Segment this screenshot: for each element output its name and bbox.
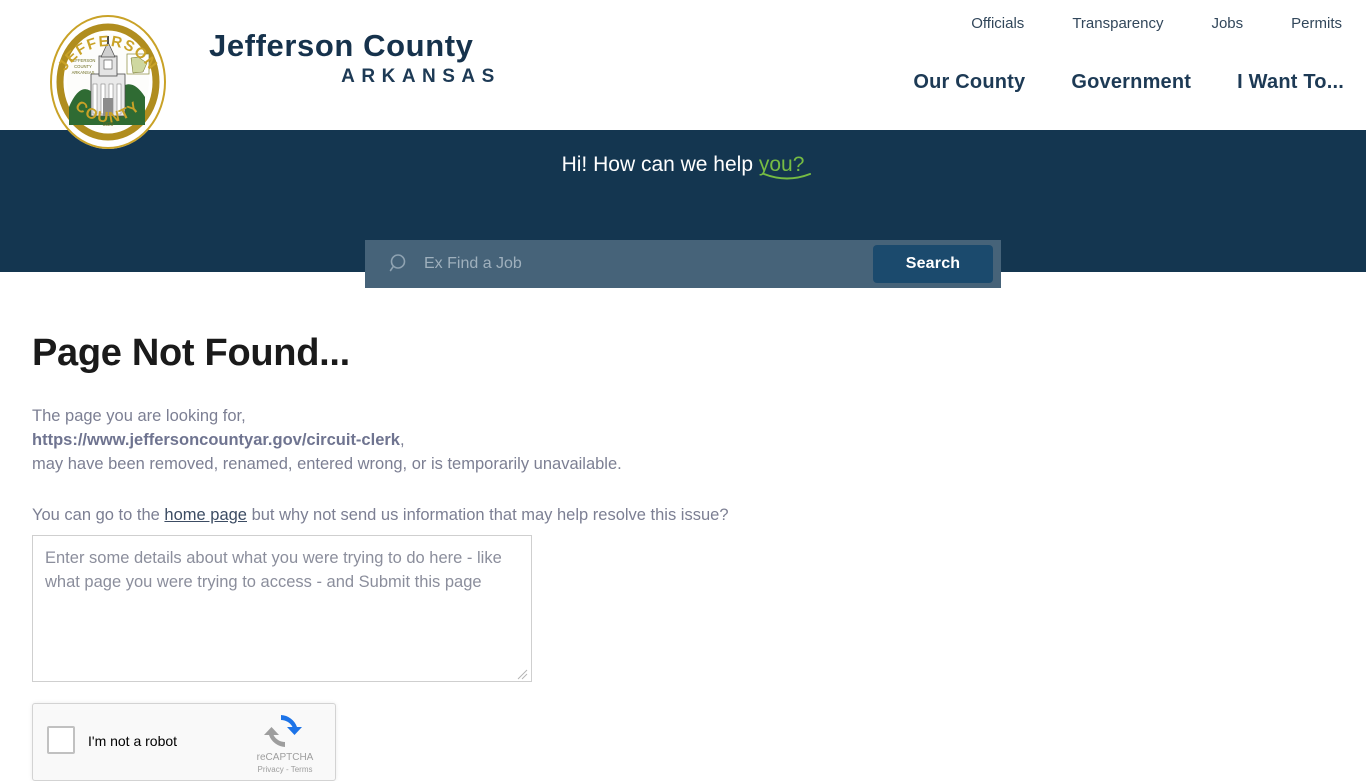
county-seal-icon: JEFFERSON COUNTY ARKANSAS 1829 JEFFERSON… [47,12,169,152]
topnav-item-jobs[interactable]: Jobs [1211,14,1243,34]
details-textarea[interactable] [32,535,532,682]
not-found-line1: The page you are looking for, [32,407,246,425]
main-content: Page Not Found... The page you are looki… [32,330,1132,527]
not-found-message: The page you are looking for, https://ww… [32,404,1132,476]
recaptcha-label: I'm not a robot [88,733,178,749]
hero-heading-prefix: Hi! How can we help [561,153,759,176]
requested-url: https://www.jeffersoncountyar.gov/circui… [32,431,400,449]
brand-block[interactable]: Jefferson County ARKANSAS [209,28,639,90]
recaptcha-checkbox[interactable] [47,726,75,754]
top-utility-nav: Officials Transparency Jobs Permits [971,14,1342,34]
topnav-item-officials[interactable]: Officials [971,14,1024,34]
search-icon [389,254,406,272]
recaptcha-brand: reCAPTCHA [256,752,314,763]
url-comma: , [399,431,405,449]
nav-item-i-want-to[interactable]: I Want To... [1237,68,1344,96]
nav-item-government[interactable]: Government [1071,68,1191,96]
topnav-item-permits[interactable]: Permits [1291,14,1342,34]
brand-title: Jefferson County [209,28,474,63]
nav-item-our-county[interactable]: Our County [913,68,1025,96]
site-header: JEFFERSON COUNTY ARKANSAS 1829 JEFFERSON… [0,0,1366,149]
hero-heading: Hi! How can we help you? [0,152,1366,178]
recaptcha-widget[interactable]: I'm not a robot reCAPTCHA Privacy - Term… [32,703,336,781]
home-page-link[interactable]: home page [164,506,247,524]
topnav-item-transparency[interactable]: Transparency [1072,14,1163,34]
home-page-prompt: You can go to the home page but why not … [32,503,1132,527]
prompt-suffix: but why not send us information that may… [247,506,729,524]
svg-text:COUNTY: COUNTY [74,64,92,69]
accent-underline-icon [763,173,811,180]
svg-text:ARKANSAS: ARKANSAS [72,70,95,75]
site-search: Search [365,240,1001,288]
recaptcha-terms[interactable]: Privacy - Terms [249,765,321,775]
not-found-line2: may have been removed, renamed, entered … [32,455,622,473]
page-title: Page Not Found... [32,332,350,374]
recaptcha-logo-icon [264,715,302,747]
search-input[interactable] [422,240,862,288]
prompt-prefix: You can go to the [32,506,165,524]
brand-subtitle: ARKANSAS [341,66,501,87]
primary-nav: Our County Government I Want To... [913,68,1344,96]
search-button[interactable]: Search [873,245,993,283]
